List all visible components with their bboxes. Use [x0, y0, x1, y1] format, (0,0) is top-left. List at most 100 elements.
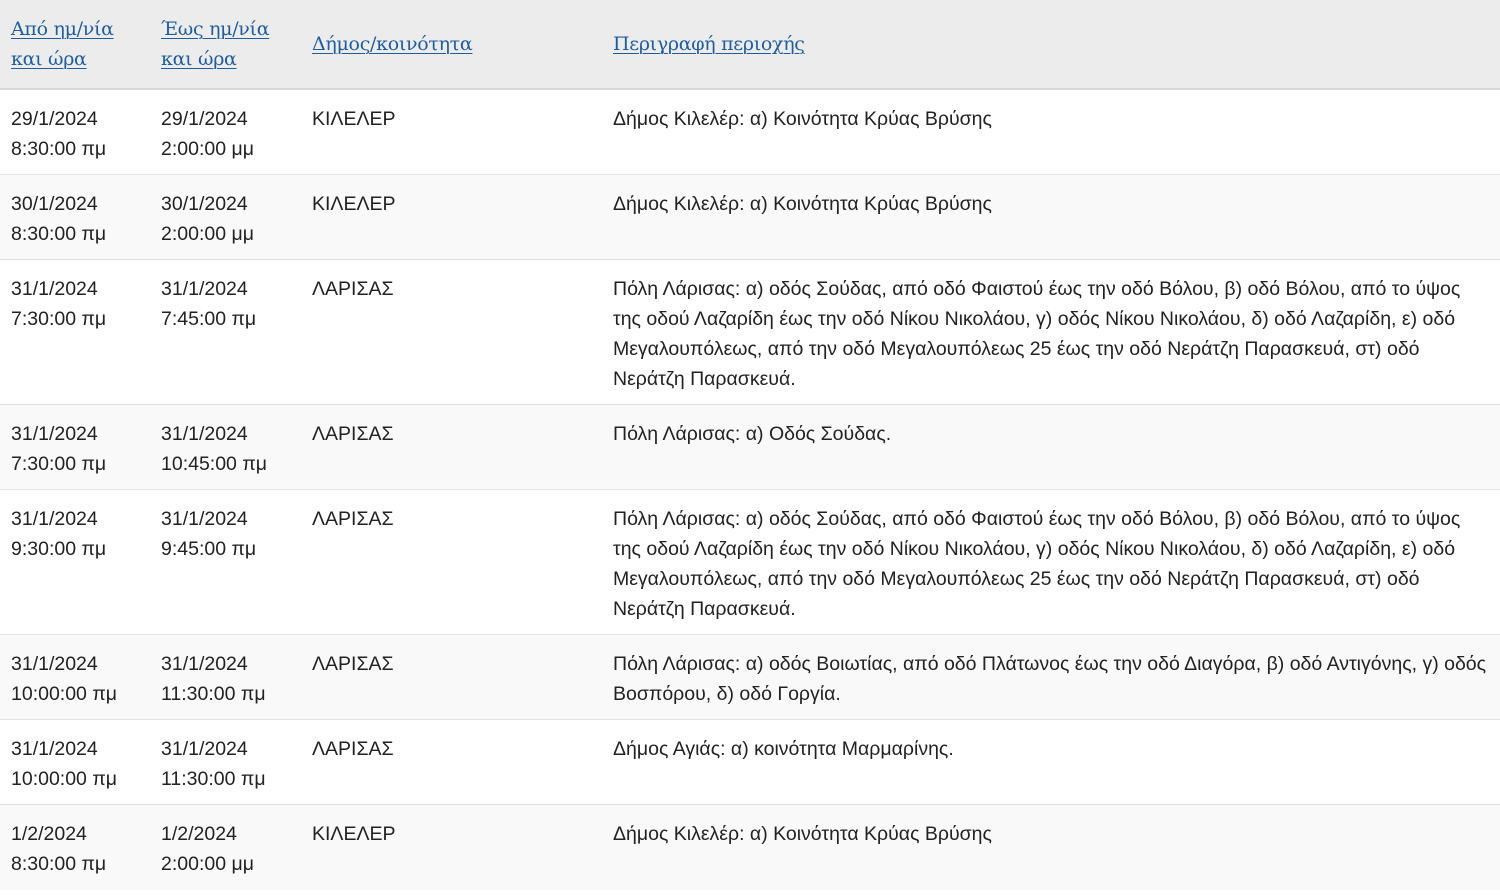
municipality-text: ΚΙΛΕΛΕΡ [312, 108, 396, 130]
header-from-label[interactable]: Από ημ/νία και ώρα [11, 14, 150, 74]
to-time: 9:45:00 πμ [161, 538, 257, 560]
from-time: 8:30:00 πμ [11, 223, 107, 245]
from-date: 30/1/2024 [11, 193, 98, 215]
municipality-text: ΛΑΡΙΣΑΣ [312, 508, 394, 530]
table-row: 29/1/2024 8:30:00 πμ 29/1/2024 2:00:00 μ… [0, 88, 1500, 175]
to-time: 2:00:00 μμ [161, 853, 254, 875]
to-date: 1/2/2024 [161, 823, 237, 845]
header-municipality-label[interactable]: Δήμος/κοινότητα [312, 33, 473, 55]
table-row: 31/1/2024 7:30:00 πμ 31/1/2024 7:45:00 π… [0, 259, 1500, 405]
cell-from-datetime: 29/1/2024 8:30:00 πμ [0, 88, 150, 175]
from-time: 8:30:00 πμ [11, 138, 107, 160]
cell-description: Πόλη Λάρισας: α) οδός Σούδας, από οδό Φα… [602, 489, 1500, 635]
to-date: 31/1/2024 [161, 508, 248, 530]
from-date: 29/1/2024 [11, 108, 98, 130]
municipality-text: ΛΑΡΙΣΑΣ [312, 738, 394, 760]
from-time: 10:00:00 πμ [11, 683, 118, 705]
from-time: 8:30:00 πμ [11, 853, 107, 875]
header-municipality[interactable]: Δήμος/κοινότητα [301, 0, 602, 89]
cell-description: Δήμος Κιλελέρ: α) Κοινότητα Κρύας Βρύσης [602, 88, 1500, 175]
cell-from-datetime: 31/1/2024 10:00:00 πμ [0, 634, 150, 720]
to-time: 7:45:00 πμ [161, 308, 257, 330]
to-time: 11:30:00 πμ [161, 768, 266, 790]
from-date: 31/1/2024 [11, 738, 98, 760]
description-text: Πόλη Λάρισας: α) οδός Σούδας, από οδό Φα… [613, 508, 1461, 620]
header-to-datetime[interactable]: Έως ημ/νία και ώρα [150, 0, 301, 89]
to-date: 31/1/2024 [161, 423, 248, 445]
municipality-text: ΛΑΡΙΣΑΣ [312, 278, 394, 300]
cell-description: Πόλη Λάρισας: α) οδός Βοιωτίας, από οδό … [602, 634, 1500, 720]
cell-to-datetime: 30/1/2024 2:00:00 μμ [150, 174, 301, 260]
from-date: 31/1/2024 [11, 423, 98, 445]
cell-municipality: ΚΙΛΕΛΕΡ [301, 804, 602, 890]
cell-municipality: ΛΑΡΙΣΑΣ [301, 404, 602, 490]
description-text: Δήμος Κιλελέρ: α) Κοινότητα Κρύας Βρύσης [613, 823, 992, 845]
table-row: 30/1/2024 8:30:00 πμ 30/1/2024 2:00:00 μ… [0, 174, 1500, 260]
to-time: 11:30:00 πμ [161, 683, 266, 705]
from-date: 31/1/2024 [11, 653, 98, 675]
table-body: 29/1/2024 8:30:00 πμ 29/1/2024 2:00:00 μ… [0, 88, 1500, 890]
cell-municipality: ΚΙΛΕΛΕΡ [301, 88, 602, 175]
table-header: Από ημ/νία και ώρα Έως ημ/νία και ώρα Δή… [0, 0, 1500, 89]
to-time: 2:00:00 μμ [161, 138, 254, 160]
from-date: 31/1/2024 [11, 278, 98, 300]
from-time: 9:30:00 πμ [11, 538, 107, 560]
cell-municipality: ΛΑΡΙΣΑΣ [301, 489, 602, 635]
description-text: Πόλη Λάρισας: α) οδός Σούδας, από οδό Φα… [613, 278, 1461, 390]
cell-description: Πόλη Λάρισας: α) οδός Σούδας, από οδό Φα… [602, 259, 1500, 405]
municipality-text: ΚΙΛΕΛΕΡ [312, 193, 396, 215]
cell-to-datetime: 31/1/2024 11:30:00 πμ [150, 719, 301, 805]
municipality-text: ΛΑΡΙΣΑΣ [312, 653, 394, 675]
description-text: Δήμος Κιλελέρ: α) Κοινότητα Κρύας Βρύσης [613, 108, 992, 130]
header-row: Από ημ/νία και ώρα Έως ημ/νία και ώρα Δή… [0, 0, 1500, 89]
cell-from-datetime: 1/2/2024 8:30:00 πμ [0, 804, 150, 890]
cell-description: Δήμος Αγιάς: α) κοινότητα Μαρμαρίνης. [602, 719, 1500, 805]
to-time: 10:45:00 πμ [161, 453, 268, 475]
cell-municipality: ΛΑΡΙΣΑΣ [301, 259, 602, 405]
cell-from-datetime: 31/1/2024 7:30:00 πμ [0, 404, 150, 490]
from-date: 31/1/2024 [11, 508, 98, 530]
cell-description: Δήμος Κιλελέρ: α) Κοινότητα Κρύας Βρύσης [602, 804, 1500, 890]
municipality-text: ΚΙΛΕΛΕΡ [312, 823, 396, 845]
table-row: 1/2/2024 8:30:00 πμ 1/2/2024 2:00:00 μμ … [0, 804, 1500, 890]
to-time: 2:00:00 μμ [161, 223, 254, 245]
table-row: 31/1/2024 7:30:00 πμ 31/1/2024 10:45:00 … [0, 404, 1500, 490]
header-to-label[interactable]: Έως ημ/νία και ώρα [161, 14, 301, 74]
cell-from-datetime: 31/1/2024 7:30:00 πμ [0, 259, 150, 405]
table-row: 31/1/2024 10:00:00 πμ 31/1/2024 11:30:00… [0, 634, 1500, 720]
description-text: Πόλη Λάρισας: α) οδός Βοιωτίας, από οδό … [613, 653, 1487, 705]
cell-to-datetime: 31/1/2024 11:30:00 πμ [150, 634, 301, 720]
cell-to-datetime: 31/1/2024 10:45:00 πμ [150, 404, 301, 490]
cell-from-datetime: 31/1/2024 9:30:00 πμ [0, 489, 150, 635]
header-from-datetime[interactable]: Από ημ/νία και ώρα [0, 0, 150, 89]
to-date: 31/1/2024 [161, 738, 248, 760]
description-text: Πόλη Λάρισας: α) Οδός Σούδας. [613, 423, 892, 445]
header-description[interactable]: Περιγραφή περιοχής [602, 0, 1500, 89]
table-row: 31/1/2024 10:00:00 πμ 31/1/2024 11:30:00… [0, 719, 1500, 805]
to-date: 31/1/2024 [161, 653, 248, 675]
header-description-label[interactable]: Περιγραφή περιοχής [613, 33, 805, 55]
cell-to-datetime: 31/1/2024 7:45:00 πμ [150, 259, 301, 405]
cell-to-datetime: 29/1/2024 2:00:00 μμ [150, 88, 301, 175]
description-text: Δήμος Κιλελέρ: α) Κοινότητα Κρύας Βρύσης [613, 193, 992, 215]
from-time: 10:00:00 πμ [11, 768, 118, 790]
cell-from-datetime: 31/1/2024 10:00:00 πμ [0, 719, 150, 805]
cell-to-datetime: 1/2/2024 2:00:00 μμ [150, 804, 301, 890]
description-text: Δήμος Αγιάς: α) κοινότητα Μαρμαρίνης. [613, 738, 954, 760]
from-time: 7:30:00 πμ [11, 308, 107, 330]
municipality-text: ΛΑΡΙΣΑΣ [312, 423, 394, 445]
to-date: 30/1/2024 [161, 193, 248, 215]
cell-municipality: ΛΑΡΙΣΑΣ [301, 719, 602, 805]
cell-to-datetime: 31/1/2024 9:45:00 πμ [150, 489, 301, 635]
cell-municipality: ΚΙΛΕΛΕΡ [301, 174, 602, 260]
to-date: 31/1/2024 [161, 278, 248, 300]
cell-description: Πόλη Λάρισας: α) Οδός Σούδας. [602, 404, 1500, 490]
cell-description: Δήμος Κιλελέρ: α) Κοινότητα Κρύας Βρύσης [602, 174, 1500, 260]
from-time: 7:30:00 πμ [11, 453, 107, 475]
to-date: 29/1/2024 [161, 108, 248, 130]
from-date: 1/2/2024 [11, 823, 87, 845]
cell-from-datetime: 30/1/2024 8:30:00 πμ [0, 174, 150, 260]
outages-table: Από ημ/νία και ώρα Έως ημ/νία και ώρα Δή… [0, 0, 1500, 890]
table-row: 31/1/2024 9:30:00 πμ 31/1/2024 9:45:00 π… [0, 489, 1500, 635]
cell-municipality: ΛΑΡΙΣΑΣ [301, 634, 602, 720]
